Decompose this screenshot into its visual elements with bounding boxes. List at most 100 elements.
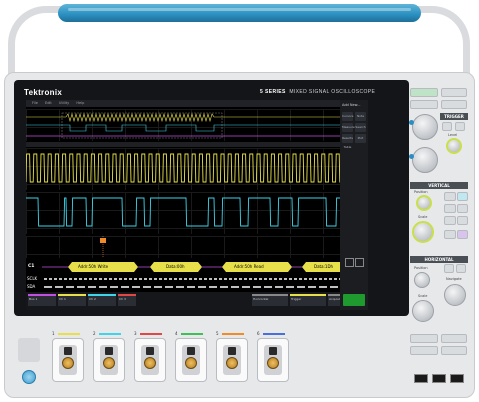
ch-button-2[interactable]	[457, 192, 468, 201]
probe-channel-color-bar	[222, 333, 244, 335]
bnc-connector	[185, 357, 197, 369]
packet-data-00: Data:00h	[166, 264, 185, 269]
trash-icon[interactable]	[355, 258, 364, 267]
fastframe-button[interactable]	[456, 264, 466, 273]
horizontal-scale-knob[interactable]	[412, 300, 434, 322]
horizontal-position-knob[interactable]	[414, 272, 430, 288]
menu-utility[interactable]: Utility	[59, 101, 69, 105]
probe-input-connector[interactable]	[175, 338, 207, 382]
probe-channel-number: 6	[257, 331, 260, 336]
brand-logo: Tektronix	[24, 88, 63, 97]
probe-pins	[228, 347, 236, 355]
zoom-toolbar[interactable]	[26, 142, 356, 147]
search-button[interactable]: Search	[355, 123, 366, 132]
sclk-waveform	[26, 153, 355, 183]
measure-button[interactable]: Measure	[342, 123, 355, 132]
badge-ch2[interactable]: Ch 2	[88, 294, 116, 306]
bus-decode-lane[interactable]: C1 Addr:50h Write Data:00h Addr:50h Read…	[26, 260, 356, 274]
menu-edit[interactable]: Edit	[45, 101, 52, 105]
logic-probe-port[interactable]	[18, 338, 40, 362]
menu-file[interactable]: File	[32, 101, 38, 105]
ch-button-4[interactable]	[457, 204, 468, 213]
waveform-overview[interactable]	[26, 109, 356, 141]
clear-button[interactable]	[441, 346, 467, 355]
autoset-button[interactable]	[410, 100, 438, 109]
badge-ch3-label: Ch 3	[119, 297, 126, 301]
multipurpose-knob-b[interactable]	[412, 147, 438, 173]
default-setup-button[interactable]	[441, 100, 467, 109]
side-panel-title: Add New...	[342, 103, 361, 107]
ch-button-6[interactable]	[457, 216, 468, 225]
trigger-mode-button[interactable]	[442, 122, 452, 131]
probe-channel-number: 2	[93, 331, 96, 336]
waveform-display[interactable]: File Edit Utility Help ▲ C1	[26, 100, 366, 310]
vertical-position-knob[interactable]	[416, 195, 432, 211]
badge-ch1[interactable]: Ch 1	[58, 294, 86, 306]
touch-off-button[interactable]	[410, 346, 438, 355]
results-table-button[interactable]: Results Table	[342, 134, 353, 149]
recall-button[interactable]	[441, 334, 467, 343]
ch-button-5[interactable]	[444, 216, 456, 225]
usb-port-1[interactable]	[414, 374, 428, 383]
probe-input-connector[interactable]	[257, 338, 289, 382]
bnc-connector	[144, 357, 156, 369]
vertical-scale-label: Scale	[418, 215, 428, 219]
power-button[interactable]	[22, 370, 36, 384]
badge-bus1[interactable]: Bus 1	[28, 294, 56, 306]
multipurpose-knob-a[interactable]	[412, 114, 438, 140]
run-stop-indicator[interactable]	[343, 294, 365, 306]
ch-button-3[interactable]	[444, 204, 456, 213]
math-button[interactable]	[444, 230, 456, 239]
bnc-connector	[62, 357, 74, 369]
usb-port-2[interactable]	[432, 374, 446, 383]
zoom-icon[interactable]	[345, 258, 354, 267]
probe-channel-color-bar	[58, 333, 80, 335]
packet-addr-read: Addr:50h Read	[234, 264, 264, 269]
trigger-level-knob[interactable]	[446, 138, 462, 154]
probe-pins	[146, 347, 154, 355]
series-suffix: MIXED SIGNAL OSCILLOSCOPE	[289, 89, 376, 95]
horizontal-section-title: HORIZONTAL	[410, 256, 468, 263]
bnc-connector	[226, 357, 238, 369]
usb-port-3[interactable]	[450, 374, 464, 383]
packet-addr-write: Addr:50h Write	[78, 264, 109, 269]
bus-button[interactable]	[457, 230, 468, 239]
series-prefix: 5 SERIES	[260, 89, 286, 95]
badge-trigger[interactable]: Trigger	[290, 294, 326, 306]
menu-bar: File Edit Utility Help	[26, 100, 366, 107]
bnc-connector	[267, 357, 279, 369]
plot-button[interactable]: Plot	[355, 134, 366, 143]
bus-decode-trace	[42, 262, 356, 272]
run-stop-button[interactable]	[410, 88, 438, 97]
ch-button-1[interactable]	[444, 192, 456, 201]
note-button[interactable]: Note	[355, 112, 366, 121]
vertical-section-title: VERTICAL	[410, 182, 468, 189]
probe-input-connector[interactable]	[93, 338, 125, 382]
badge-horizontal[interactable]: Horizontal	[252, 294, 288, 306]
probe-input-connector[interactable]	[134, 338, 166, 382]
ch1-lane[interactable]: ▲	[26, 148, 356, 190]
save-button[interactable]	[410, 334, 438, 343]
ch3-lane[interactable]	[26, 236, 356, 258]
sclk-digital-lane: SCLK	[26, 275, 356, 283]
ch2-lane[interactable]	[26, 192, 358, 234]
carry-handle-grip[interactable]	[58, 4, 421, 22]
probe-channel-number: 4	[175, 331, 178, 336]
single-seq-button[interactable]	[441, 88, 467, 97]
horizontal-scale-label: Scale	[418, 294, 428, 298]
navigate-knob[interactable]	[444, 284, 466, 306]
sda-digital-trace	[44, 286, 356, 288]
probe-pins	[187, 347, 195, 355]
side-panel-tools	[343, 250, 365, 290]
probe-channel-color-bar	[99, 333, 121, 335]
force-trigger-button[interactable]	[455, 122, 465, 131]
vertical-scale-knob[interactable]	[412, 221, 434, 243]
zoom-button[interactable]	[444, 264, 454, 273]
cursors-button[interactable]: Cursors	[342, 112, 353, 121]
badge-ch3[interactable]: Ch 3	[118, 294, 136, 306]
menu-help[interactable]: Help	[76, 101, 84, 105]
probe-input-connector[interactable]	[216, 338, 248, 382]
probe-input-connector[interactable]	[52, 338, 84, 382]
packet-data-1d: Data:1Dh	[314, 264, 334, 269]
bnc-connector	[103, 357, 115, 369]
